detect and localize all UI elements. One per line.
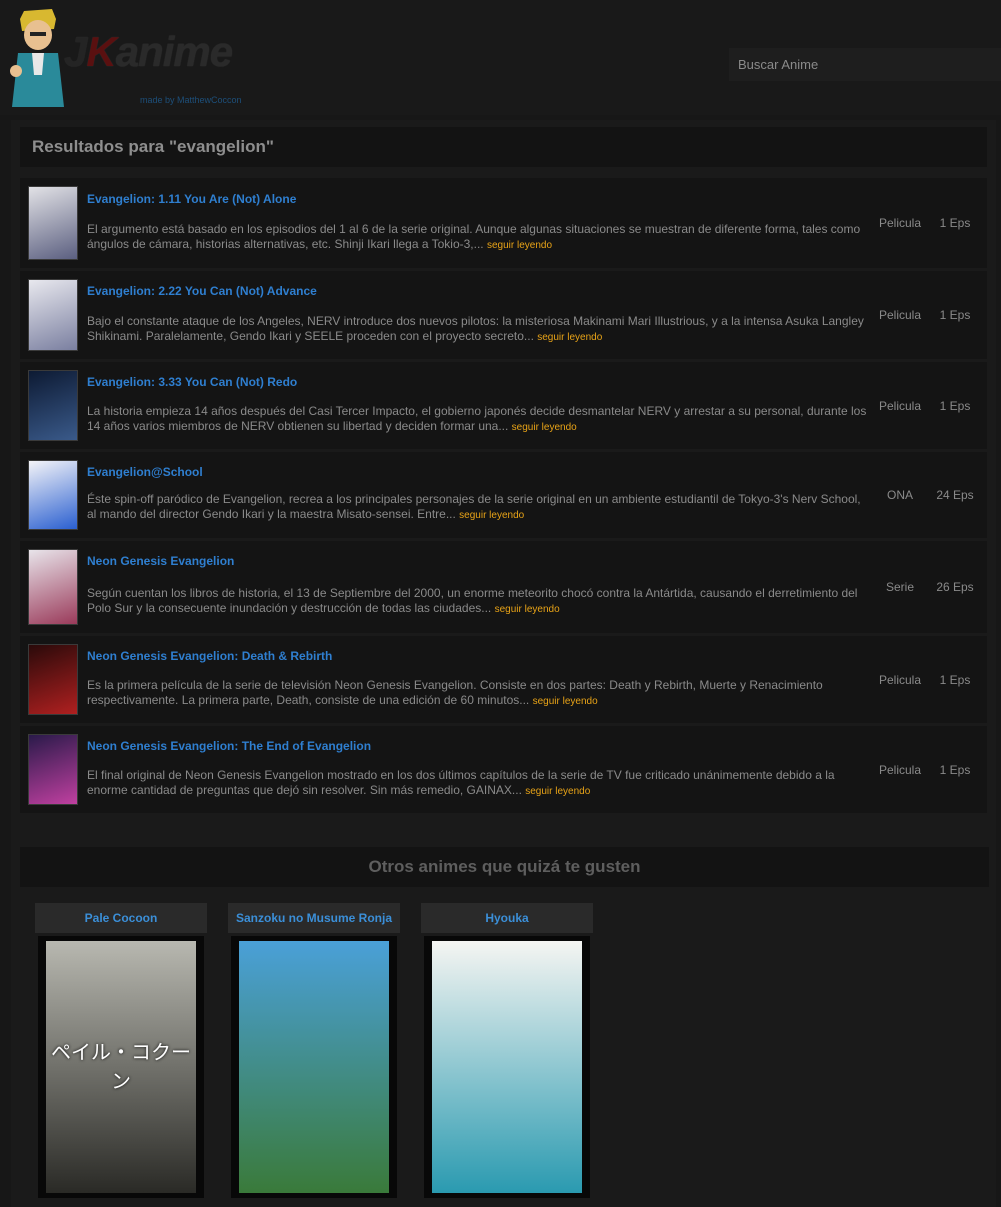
poster-image <box>239 941 389 1193</box>
recommend-card-title[interactable]: Hyouka <box>421 903 593 933</box>
result-row[interactable]: Neon Genesis Evangelion Según cuentan los… <box>20 541 987 633</box>
site-logo[interactable]: JKanime <box>64 28 233 76</box>
result-title-link[interactable]: Evangelion@School <box>87 465 203 479</box>
result-title-link[interactable]: Evangelion: 1.11 You Are (Not) Alone <box>87 192 296 206</box>
result-episode-count: 24 Eps <box>936 488 974 502</box>
made-by-credit: made by MatthewCoccon <box>140 95 242 105</box>
result-description-text: Según cuentan los libros de historia, el… <box>87 586 858 615</box>
result-episode-count: 1 Eps <box>939 216 971 230</box>
result-row[interactable]: Neon Genesis Evangelion: The End of Evan… <box>20 726 987 813</box>
result-title-link[interactable]: Neon Genesis Evangelion: The End of Evan… <box>87 739 371 753</box>
mascot-logo-icon[interactable] <box>8 5 68 107</box>
result-description: Bajo el constante ataque de los Angeles,… <box>87 314 867 345</box>
result-thumbnail[interactable] <box>28 370 78 441</box>
read-more-link[interactable]: seguir leyendo <box>495 604 560 615</box>
result-description-text: El final original de Neon Genesis Evange… <box>87 768 835 797</box>
result-description: El final original de Neon Genesis Evange… <box>87 768 867 799</box>
result-description: La historia empieza 14 años después del … <box>87 404 867 435</box>
read-more-link[interactable]: seguir leyendo <box>533 696 598 707</box>
result-episode-count: 26 Eps <box>936 580 974 594</box>
result-description-text: Bajo el constante ataque de los Angeles,… <box>87 314 864 343</box>
result-description: Éste spin-off paródico de Evangelion, re… <box>87 492 867 523</box>
result-thumbnail[interactable] <box>28 186 78 260</box>
poster-image: ペイル・コクーン <box>46 941 196 1193</box>
result-thumbnail[interactable] <box>28 460 78 530</box>
poster-title-text: ペイル・コクーン <box>51 1040 191 1093</box>
recommend-card-title[interactable]: Sanzoku no Musume Ronja <box>228 903 400 933</box>
result-episode-count: 1 Eps <box>939 763 971 777</box>
result-row[interactable]: Evangelion: 2.22 You Can (Not) Advance Ba… <box>20 271 987 359</box>
result-row[interactable]: Evangelion: 3.33 You Can (Not) Redo La hi… <box>20 362 987 449</box>
result-title-link[interactable]: Neon Genesis Evangelion: Death & Rebirth <box>87 649 332 663</box>
recommend-card-title[interactable]: Pale Cocoon <box>35 903 207 933</box>
result-row[interactable]: Evangelion: 1.11 You Are (Not) Alone El a… <box>20 178 987 268</box>
result-description: Según cuentan los libros de historia, el… <box>87 586 867 617</box>
result-title-link[interactable]: Evangelion: 3.33 You Can (Not) Redo <box>87 375 297 389</box>
result-thumbnail[interactable] <box>28 734 78 805</box>
result-description: El argumento está basado en los episodio… <box>87 222 867 253</box>
result-thumbnail[interactable] <box>28 279 78 351</box>
read-more-link[interactable]: seguir leyendo <box>525 786 590 797</box>
recommend-card-poster[interactable]: ペイル・コクーン <box>38 936 204 1198</box>
result-row[interactable]: Neon Genesis Evangelion: Death & Rebirth… <box>20 636 987 723</box>
result-title-link[interactable]: Neon Genesis Evangelion <box>87 554 234 568</box>
read-more-link[interactable]: seguir leyendo <box>487 240 552 251</box>
result-description-text: La historia empieza 14 años después del … <box>87 404 867 433</box>
result-episode-count: 1 Eps <box>939 399 971 413</box>
read-more-link[interactable]: seguir leyendo <box>512 422 577 433</box>
search-input[interactable] <box>729 48 1001 81</box>
recommend-title: Otros animes que quizá te gusten <box>20 847 989 887</box>
result-title-link[interactable]: Evangelion: 2.22 You Can (Not) Advance <box>87 284 317 298</box>
poster-image <box>432 941 582 1193</box>
result-thumbnail[interactable] <box>28 549 78 625</box>
recommend-card-poster[interactable] <box>231 936 397 1198</box>
result-episode-count: 1 Eps <box>939 673 971 687</box>
read-more-link[interactable]: seguir leyendo <box>459 510 524 521</box>
result-description-text: Es la primera película de la serie de te… <box>87 678 823 707</box>
result-episode-count: 1 Eps <box>939 308 971 322</box>
read-more-link[interactable]: seguir leyendo <box>537 332 602 343</box>
site-header: JKanime made by MatthewCoccon <box>0 0 1001 115</box>
result-description: Es la primera película de la serie de te… <box>87 678 867 709</box>
results-title: Resultados para "evangelion" <box>20 127 987 167</box>
result-row[interactable]: Evangelion@School Éste spin-off paródico … <box>20 452 987 538</box>
result-description-text: El argumento está basado en los episodio… <box>87 222 861 251</box>
result-thumbnail[interactable] <box>28 644 78 715</box>
recommend-card-poster[interactable] <box>424 936 590 1198</box>
